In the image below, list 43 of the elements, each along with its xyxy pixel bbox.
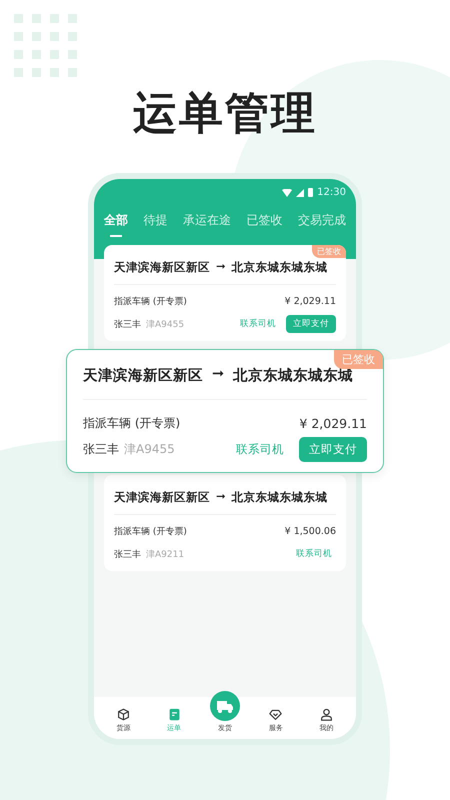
document-icon — [168, 708, 181, 721]
order-card[interactable]: 已签收 天津滨海新区新区 ➞ 北京东城东城东城 指派车辆 (开专票) ¥ 2,029.11 张三丰 津A9455 联系司机 立即支付 — [104, 245, 346, 341]
plate-number: 津A9211 — [146, 548, 184, 560]
filter-tab[interactable]: 承运在途 — [183, 212, 231, 237]
dot-grid-drawing — [14, 14, 77, 77]
origin-text: 天津滨海新区新区 — [114, 260, 210, 275]
filter-tab[interactable]: 交易完成 — [298, 212, 346, 237]
pay-now-button[interactable]: 立即支付 — [286, 315, 336, 333]
driver-name: 张三丰 — [114, 318, 141, 330]
status-badge: 已签收 — [334, 350, 383, 369]
price-text: ¥ 1,500.06 — [284, 526, 336, 537]
order-card[interactable]: 天津滨海新区新区 ➞ 北京东城东城东城 指派车辆 (开专票) ¥ 1,500.06 张三丰 津A9211 联系司机 — [104, 475, 346, 571]
person-icon — [320, 708, 334, 721]
signal-icon — [296, 188, 304, 196]
vehicle-text: 指派车辆 (开专票) — [114, 296, 187, 308]
arrow-glyph: ➞ — [212, 366, 224, 384]
arrow-glyph: ➞ — [216, 490, 226, 505]
diamond-icon — [269, 708, 282, 721]
page-title: 运单管理 — [133, 87, 317, 141]
driver-name: 张三丰 — [83, 441, 119, 458]
filter-tab[interactable]: 已签收 — [246, 212, 282, 237]
order-card[interactable]: 已签收 天津滨海新区新区 ➞ 北京东城东城东城 指派车辆 (开专票) ¥ 2,029.11 张三丰 津A9455 联系司机 立即支付 — [66, 349, 384, 473]
vehicle-text: 指派车辆 (开专票) — [114, 526, 187, 538]
price-text: ¥ 2,029.11 — [299, 416, 367, 430]
arrow-glyph: ➞ — [216, 260, 226, 275]
origin-text: 天津滨海新区新区 — [83, 366, 203, 385]
pay-now-button[interactable]: 立即支付 — [299, 437, 367, 462]
plate-number: 津A9455 — [146, 318, 184, 330]
destination-text: 北京东城东城东城 — [233, 366, 354, 385]
wifi-icon — [282, 188, 292, 196]
plate-number: 津A9455 — [124, 441, 175, 458]
vehicle-text: 指派车辆 (开专票) — [83, 414, 180, 432]
destination-text: 北京东城东城东城 — [232, 490, 328, 505]
driver-name: 张三丰 — [114, 548, 141, 560]
status-badge: 已签收 — [312, 245, 346, 258]
destination-text: 北京东城东城东城 — [232, 260, 328, 275]
battery-icon — [308, 188, 314, 197]
status-time: 12:30 — [317, 187, 346, 198]
price-text: ¥ 2,029.11 — [284, 296, 336, 307]
filter-tab[interactable]: 全部 — [104, 212, 128, 237]
cube-icon — [116, 708, 130, 721]
filter-tab[interactable]: 待提 — [144, 212, 168, 237]
origin-text: 天津滨海新区新区 — [114, 490, 210, 505]
